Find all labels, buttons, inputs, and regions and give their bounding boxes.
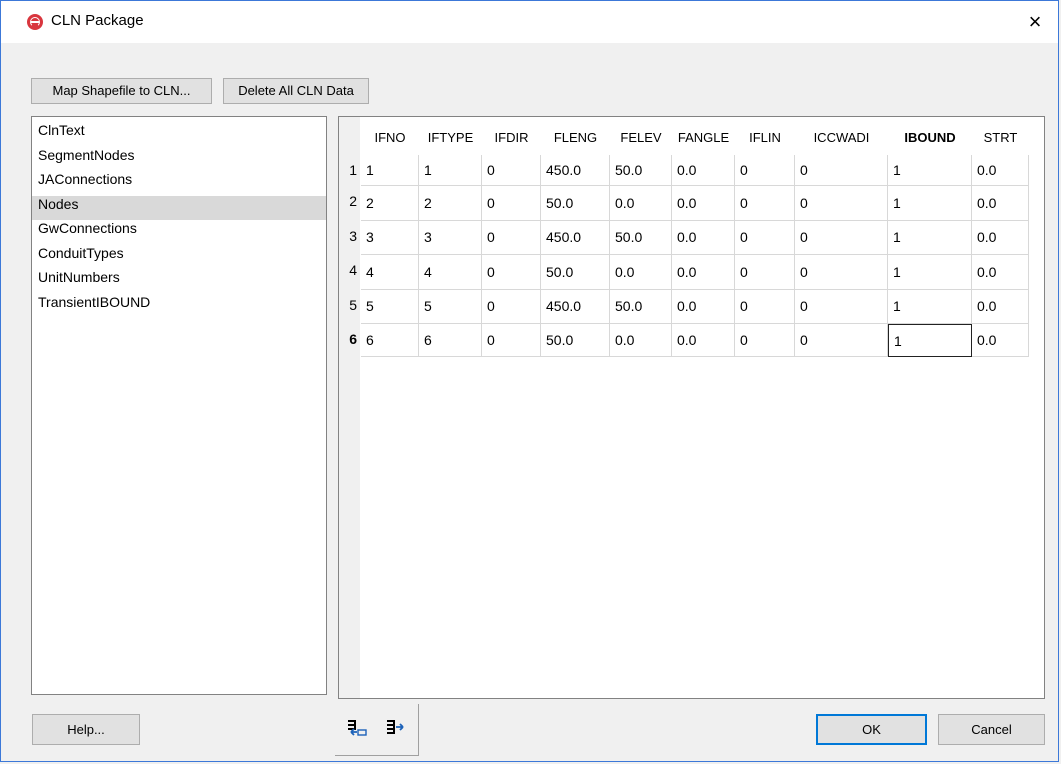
- grid-cell[interactable]: 450.0: [541, 155, 610, 186]
- grid-cell[interactable]: 0.0: [610, 324, 672, 357]
- grid-cell[interactable]: 0.0: [672, 255, 735, 290]
- grid-cell[interactable]: 1: [419, 155, 482, 186]
- grid-cell[interactable]: 0: [735, 324, 795, 357]
- grid-cell[interactable]: 0.0: [972, 155, 1029, 186]
- grid-cell[interactable]: 1: [361, 155, 419, 186]
- grid-cell[interactable]: 0.0: [610, 255, 672, 290]
- column-header[interactable]: STRT: [972, 130, 1029, 145]
- list-item[interactable]: ConduitTypes: [32, 245, 326, 270]
- grid-cell[interactable]: 0: [795, 324, 888, 357]
- row-header[interactable]: 2: [343, 193, 357, 209]
- grid-cell[interactable]: 0.0: [972, 221, 1029, 255]
- insert-row-icon[interactable]: [345, 718, 369, 738]
- map-shapefile-button[interactable]: Map Shapefile to CLN...: [31, 78, 212, 104]
- grid-cell[interactable]: 6: [361, 324, 419, 357]
- grid-cell[interactable]: 0: [482, 255, 541, 290]
- grid-cell[interactable]: 4: [419, 255, 482, 290]
- row-header[interactable]: 1: [343, 162, 357, 178]
- grid-cell[interactable]: 50.0: [610, 221, 672, 255]
- column-header[interactable]: ICCWADI: [795, 130, 888, 145]
- active-cell[interactable]: 1: [888, 324, 972, 357]
- grid-cell[interactable]: 3: [419, 221, 482, 255]
- grid-cell[interactable]: 50.0: [541, 324, 610, 357]
- column-header[interactable]: IFDIR: [482, 130, 541, 145]
- append-row-icon[interactable]: [383, 718, 407, 738]
- list-item[interactable]: ClnText: [32, 122, 326, 147]
- column-header[interactable]: IFLIN: [735, 130, 795, 145]
- grid-cell[interactable]: 0.0: [672, 155, 735, 186]
- grid-cell[interactable]: 50.0: [610, 155, 672, 186]
- grid-cell[interactable]: 0: [735, 221, 795, 255]
- grid-cell[interactable]: 0.0: [972, 324, 1029, 357]
- list-item[interactable]: JAConnections: [32, 171, 326, 196]
- grid-cell[interactable]: 0: [795, 186, 888, 221]
- grid-cell[interactable]: 3: [361, 221, 419, 255]
- list-item[interactable]: TransientIBOUND: [32, 294, 326, 319]
- grid-cell[interactable]: 0: [482, 290, 541, 324]
- grid-cell[interactable]: 0: [735, 155, 795, 186]
- grid-cell[interactable]: 450.0: [541, 221, 610, 255]
- grid-cell[interactable]: 0: [482, 155, 541, 186]
- close-button[interactable]: ×: [1020, 7, 1050, 37]
- help-button[interactable]: Help...: [32, 714, 140, 745]
- grid-cell[interactable]: 0.0: [972, 290, 1029, 324]
- grid-cell[interactable]: 1: [888, 255, 972, 290]
- grid-cell[interactable]: 0.0: [672, 324, 735, 357]
- grid-cell[interactable]: 0.0: [972, 255, 1029, 290]
- column-header[interactable]: FANGLE: [672, 130, 735, 145]
- delete-all-cln-data-button[interactable]: Delete All CLN Data: [223, 78, 369, 104]
- window-title: CLN Package: [51, 12, 144, 29]
- cln-table-list[interactable]: ClnText SegmentNodes JAConnections Nodes GwC…: [31, 116, 327, 695]
- row-header[interactable]: 4: [343, 262, 357, 278]
- grid-cell[interactable]: 0: [795, 290, 888, 324]
- grid-cell[interactable]: 50.0: [541, 186, 610, 221]
- grid-cell[interactable]: 6: [419, 324, 482, 357]
- grid-cell[interactable]: 450.0: [541, 290, 610, 324]
- column-header[interactable]: FLENG: [541, 130, 610, 145]
- list-item[interactable]: SegmentNodes: [32, 147, 326, 172]
- grid-cell[interactable]: 0.0: [972, 186, 1029, 221]
- grid-cell[interactable]: 5: [419, 290, 482, 324]
- grid-cell[interactable]: 0.0: [610, 186, 672, 221]
- grid-cell[interactable]: 2: [361, 186, 419, 221]
- app-logo-icon: [27, 14, 43, 30]
- cancel-button[interactable]: Cancel: [938, 714, 1045, 745]
- cln-package-dialog: CLN Package × Map Shapefile to CLN... De…: [0, 0, 1059, 762]
- column-header[interactable]: IFTYPE: [419, 130, 482, 145]
- ok-button[interactable]: OK: [816, 714, 927, 745]
- list-item[interactable]: UnitNumbers: [32, 269, 326, 294]
- grid-cell[interactable]: 1: [888, 290, 972, 324]
- title-bar: CLN Package ×: [1, 1, 1058, 43]
- grid-cell[interactable]: 0: [482, 221, 541, 255]
- list-item[interactable]: Nodes: [32, 195, 326, 220]
- data-grid[interactable]: IFNO IFTYPE IFDIR FLENG FELEV FANGLE IFLIN ICCW…: [338, 116, 1045, 699]
- grid-cell[interactable]: 50.0: [610, 290, 672, 324]
- grid-cell[interactable]: 2: [419, 186, 482, 221]
- grid-cell[interactable]: 1: [888, 155, 972, 186]
- grid-cell[interactable]: 0: [735, 290, 795, 324]
- row-header[interactable]: 5: [343, 297, 357, 313]
- column-header[interactable]: IBOUND: [888, 130, 972, 145]
- grid-cell[interactable]: 0: [795, 255, 888, 290]
- grid-cell[interactable]: 0: [735, 186, 795, 221]
- grid-cell[interactable]: 4: [361, 255, 419, 290]
- grid-cell[interactable]: 0.0: [672, 221, 735, 255]
- grid-cell[interactable]: 0: [795, 155, 888, 186]
- grid-cell[interactable]: 0: [735, 255, 795, 290]
- grid-cell[interactable]: 50.0: [541, 255, 610, 290]
- grid-cell[interactable]: 0: [482, 324, 541, 357]
- row-tools: [335, 704, 419, 756]
- grid-cell[interactable]: 0: [795, 221, 888, 255]
- grid-cell[interactable]: 1: [888, 186, 972, 221]
- grid-cell[interactable]: 5: [361, 290, 419, 324]
- grid-cell[interactable]: 0.0: [672, 186, 735, 221]
- row-header[interactable]: 3: [343, 228, 357, 244]
- column-header[interactable]: IFNO: [361, 130, 419, 145]
- grid-cell[interactable]: 0.0: [672, 290, 735, 324]
- grid-cell[interactable]: 0: [482, 186, 541, 221]
- grid-cell[interactable]: 1: [888, 221, 972, 255]
- list-item[interactable]: GwConnections: [32, 220, 326, 245]
- row-header[interactable]: 6: [343, 331, 357, 347]
- column-header[interactable]: FELEV: [610, 130, 672, 145]
